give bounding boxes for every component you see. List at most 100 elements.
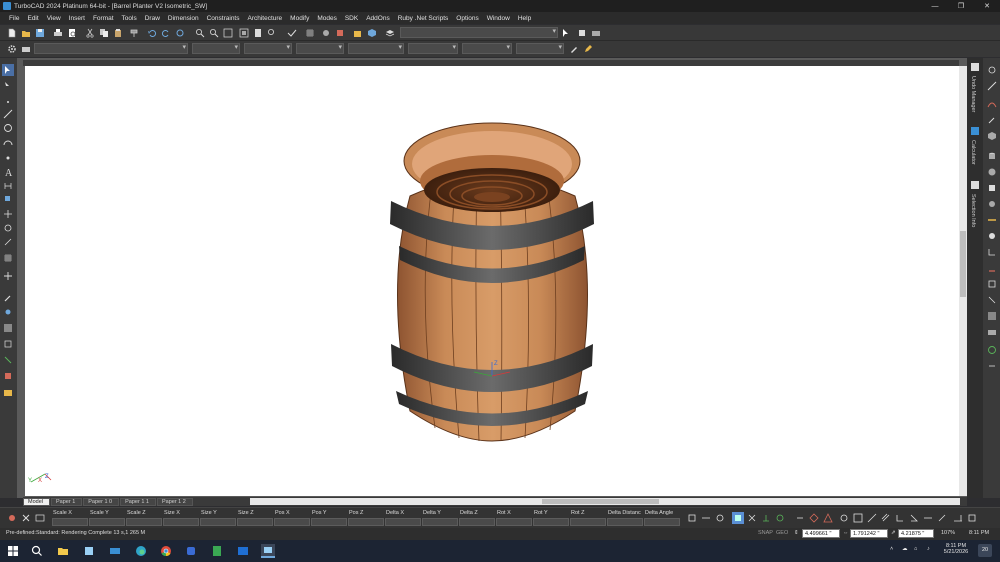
3d-sphere-icon[interactable] — [986, 166, 998, 178]
edge-browser-icon[interactable] — [134, 544, 148, 558]
line-icon[interactable] — [2, 108, 14, 120]
color-combo[interactable] — [192, 43, 240, 54]
zoom-selection-icon[interactable] — [266, 27, 278, 39]
print-preview-icon[interactable] — [66, 27, 78, 39]
menu-architecture[interactable]: Architecture — [247, 15, 282, 22]
grid-icon[interactable] — [304, 27, 316, 39]
menu-file[interactable]: File — [9, 15, 19, 22]
delta-y-input[interactable] — [422, 518, 458, 526]
tray-network-icon[interactable]: ⌂ — [914, 546, 917, 552]
size-x-field[interactable]: Size X — [163, 509, 199, 528]
render-quality-icon[interactable] — [334, 27, 346, 39]
redo-icon[interactable] — [160, 27, 172, 39]
zoom-extents-icon[interactable] — [238, 27, 250, 39]
notes-app-icon[interactable] — [82, 544, 96, 558]
inspector-cancel-icon[interactable] — [20, 512, 32, 524]
constraints-icon[interactable] — [2, 338, 14, 350]
rot-y-field[interactable]: Rot Y — [533, 509, 569, 528]
outlook-icon[interactable] — [236, 544, 250, 558]
video-app-icon[interactable] — [108, 544, 122, 558]
blocks-icon[interactable] — [2, 386, 14, 398]
delta-z-field[interactable]: Delta Z — [459, 509, 495, 528]
3d-fillet-icon[interactable] — [986, 246, 998, 258]
text-icon[interactable]: A — [2, 166, 14, 178]
3d-tool-extra-icon[interactable] — [986, 360, 998, 372]
help-pointer-icon[interactable] — [560, 27, 572, 39]
vertical-scrollbar[interactable] — [959, 66, 967, 496]
brush-combo[interactable] — [462, 43, 512, 54]
snap-center-icon[interactable] — [714, 512, 726, 524]
tab-paper-1-1[interactable]: Paper 1 1 — [120, 497, 156, 506]
printer-setup-icon[interactable] — [20, 43, 32, 55]
tray-chevron-icon[interactable]: ˄ — [890, 546, 893, 552]
snap-intersection-icon[interactable] — [746, 512, 758, 524]
calculator-tab[interactable]: Calculator — [970, 126, 981, 176]
arc-icon[interactable] — [2, 136, 14, 148]
red-marker-icon[interactable] — [2, 370, 14, 382]
restore-button[interactable]: ❐ — [948, 0, 974, 12]
zoom-page-icon[interactable] — [252, 27, 264, 39]
solid-icon[interactable] — [366, 27, 378, 39]
snap-align-icon[interactable] — [822, 512, 834, 524]
delta-y-field[interactable]: Delta Y — [422, 509, 458, 528]
lineweight-combo[interactable] — [296, 43, 344, 54]
y-coordinate-field[interactable]: 1.791242 " — [850, 529, 888, 538]
pos-x-input[interactable] — [274, 518, 310, 526]
menu-dimension[interactable]: Dimension — [168, 15, 199, 22]
snap-nearest-icon[interactable] — [794, 512, 806, 524]
snap-angle-icon[interactable] — [908, 512, 920, 524]
snap-tangent-icon[interactable] — [774, 512, 786, 524]
paste-icon[interactable] — [112, 27, 124, 39]
3d-shell-icon[interactable] — [986, 278, 998, 290]
delta-z-input[interactable] — [459, 518, 495, 526]
minimize-button[interactable]: — — [922, 0, 948, 12]
menu-ruby-net-scripts[interactable]: Ruby .Net Scripts — [398, 15, 449, 22]
snap-mode-icon[interactable] — [2, 354, 14, 366]
clock[interactable]: 8:11 PM 5/21/2026 — [940, 543, 972, 555]
hatch-icon[interactable] — [2, 252, 14, 264]
size-y-field[interactable]: Size Y — [200, 509, 236, 528]
size-y-input[interactable] — [200, 518, 236, 526]
pos-z-input[interactable] — [348, 518, 384, 526]
lighting-icon[interactable] — [2, 306, 14, 318]
3d-curve-icon[interactable] — [986, 98, 998, 110]
tab-paper-1[interactable]: Paper 1 — [50, 497, 83, 506]
zoom-out-icon[interactable] — [208, 27, 220, 39]
search-icon[interactable] — [30, 544, 44, 558]
size-z-field[interactable]: Size Z — [237, 509, 273, 528]
scale-z-field[interactable]: Scale Z — [126, 509, 162, 528]
pen-combo[interactable] — [408, 43, 458, 54]
3d-line-icon[interactable] — [986, 80, 998, 92]
menu-view[interactable]: View — [47, 15, 61, 22]
geo-indicator[interactable]: GEO — [776, 530, 788, 536]
snap-grid-icon[interactable] — [732, 512, 744, 524]
layer-combo[interactable] — [34, 43, 188, 54]
x-coordinate-field[interactable]: 4.499661 " — [802, 529, 840, 538]
menu-modify[interactable]: Modify — [290, 15, 309, 22]
open-folder-icon[interactable] — [20, 27, 32, 39]
eyedropper-icon[interactable] — [568, 43, 580, 55]
file-explorer-icon[interactable] — [56, 544, 70, 558]
snap-relative-icon[interactable] — [838, 512, 850, 524]
rot-x-field[interactable]: Rot X — [496, 509, 532, 528]
undo-manager-tab[interactable]: Undo Manager — [970, 62, 981, 120]
refresh-icon[interactable] — [174, 27, 186, 39]
3d-chamfer-icon[interactable] — [986, 262, 998, 274]
chrome-browser-icon[interactable] — [159, 544, 173, 558]
check-icon[interactable] — [286, 27, 298, 39]
linestyle-combo[interactable] — [244, 43, 292, 54]
snap-middle-icon[interactable] — [700, 512, 712, 524]
3d-view-icon[interactable] — [986, 64, 998, 76]
command-combo[interactable] — [400, 27, 558, 38]
delta-x-field[interactable]: Delta X — [385, 509, 421, 528]
gear-icon[interactable] — [6, 43, 18, 55]
notification-badge[interactable]: 20 — [978, 544, 992, 557]
menu-help[interactable]: Help — [518, 15, 531, 22]
turbocad-taskbar-icon[interactable] — [261, 544, 275, 558]
modify-icon[interactable] — [2, 208, 14, 220]
3d-pencil-icon[interactable] — [986, 114, 998, 126]
menu-addons[interactable]: AddOns — [366, 15, 390, 22]
3d-boolean-icon[interactable] — [986, 230, 998, 242]
copy-icon[interactable] — [98, 27, 110, 39]
horizontal-scroll-thumb[interactable] — [542, 499, 659, 504]
